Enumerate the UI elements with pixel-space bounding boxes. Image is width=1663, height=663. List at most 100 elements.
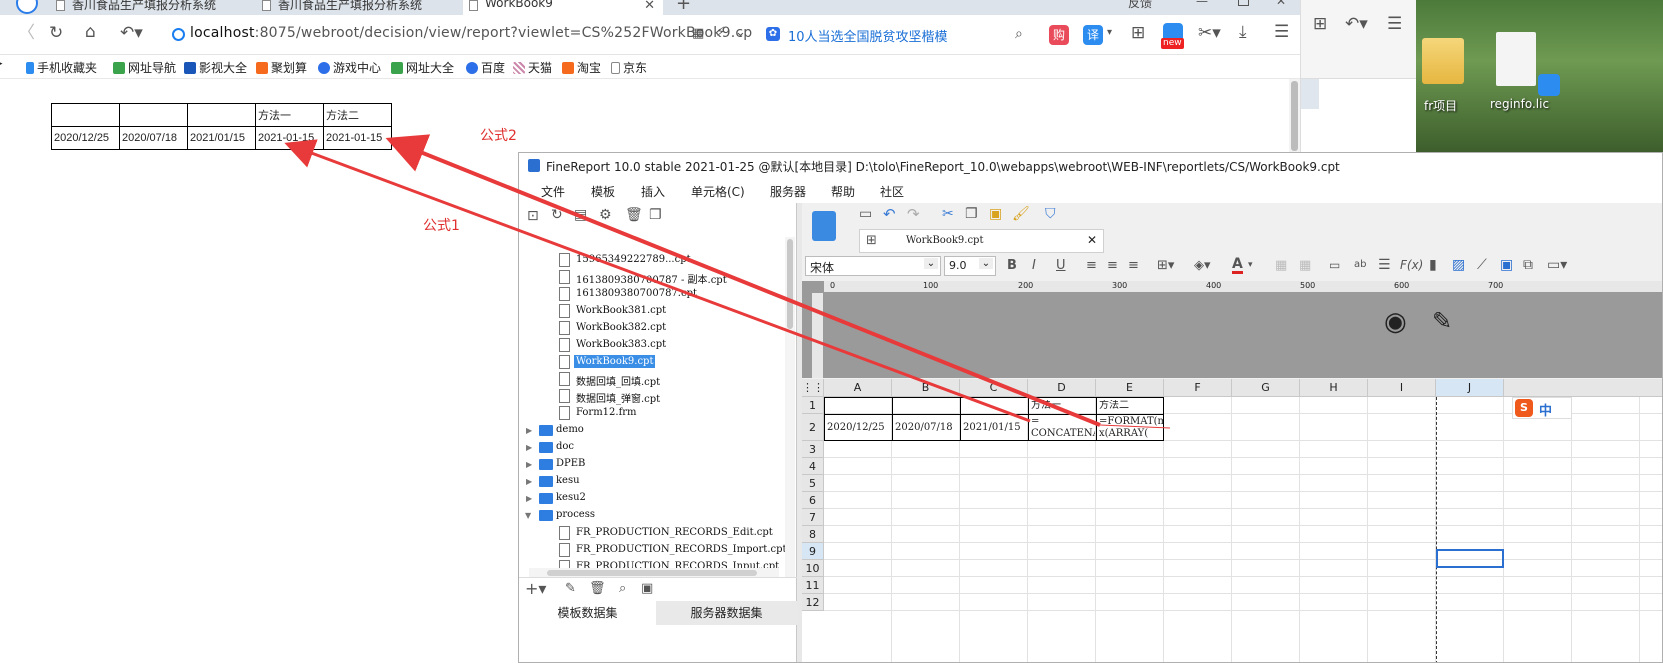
scroll-thumb[interactable]: [547, 570, 757, 576]
wrap-icon[interactable]: ☰: [1378, 258, 1391, 272]
spreadsheet-grid[interactable]: ⋮⋮ A B C D E F G H I J 1 2 3 4 5 6 7 8 9 10 11 12 方…: [802, 379, 1662, 662]
window-min-icon[interactable]: —: [1196, 0, 1208, 8]
ime-indicator[interactable]: S 中: [1512, 397, 1572, 419]
italic-icon[interactable]: I: [1032, 259, 1036, 272]
tree-file[interactable]: FR_PRODUCTION_RECORDS_Edit.cpt: [576, 527, 773, 538]
cell-D2[interactable]: = CONCATENAT: [1031, 416, 1095, 440]
expand-icon[interactable]: ▶: [526, 460, 532, 469]
url-field[interactable]: localhost:8075/webroot/decision/view/rep…: [190, 25, 752, 41]
row-header[interactable]: 8: [802, 526, 824, 543]
font-select[interactable]: 宋体 ⌄: [805, 256, 941, 276]
undo-close-icon[interactable]: ↶▾: [120, 25, 143, 42]
tree-folder[interactable]: DPEB: [556, 458, 585, 469]
shield-icon[interactable]: ⛉: [1045, 207, 1056, 221]
close-tab-icon[interactable]: ✕: [644, 0, 655, 13]
more-icon[interactable]: ▭▾: [1547, 258, 1567, 272]
tree-file[interactable]: 1613809380700787 - 副本.cpt: [576, 271, 727, 286]
menu-help[interactable]: 帮助: [831, 183, 855, 200]
row-header[interactable]: 7: [802, 509, 824, 526]
translate-icon[interactable]: 译: [1083, 25, 1103, 45]
bookmark-video[interactable]: 影视大全: [184, 59, 247, 76]
reload-icon[interactable]: ↻: [49, 25, 63, 42]
row-header[interactable]: 3: [802, 441, 824, 458]
bold-icon[interactable]: B: [1007, 259, 1017, 272]
column-header[interactable]: F: [1164, 379, 1232, 397]
home-icon[interactable]: ⌂: [85, 24, 96, 41]
menu-file[interactable]: 文件: [541, 183, 565, 200]
fill-color-icon[interactable]: ◈▾: [1194, 259, 1211, 272]
scroll-thumb[interactable]: [1291, 81, 1298, 151]
subreport-icon[interactable]: ▣: [1500, 258, 1513, 272]
expand-icon[interactable]: ▶: [526, 426, 532, 435]
tree-file[interactable]: FR_PRODUCTION_RECORDS_Import.cpt: [576, 544, 787, 555]
tab-1[interactable]: 香川食品生产填报分析系统: [50, 0, 250, 15]
tree-folder[interactable]: doc: [556, 441, 574, 452]
column-header[interactable]: E: [1096, 379, 1164, 397]
align-left-icon[interactable]: ≡: [1086, 259, 1097, 272]
expand-icon[interactable]: ▶: [526, 477, 532, 486]
window-max-icon[interactable]: [1238, 0, 1249, 6]
column-header[interactable]: H: [1300, 379, 1368, 397]
tab-2[interactable]: 香川食品生产填报分析系统: [256, 0, 456, 15]
column-header[interactable]: [1504, 379, 1662, 397]
bookmark-jd[interactable]: 京东: [611, 59, 647, 76]
download-icon[interactable]: ⤓: [1239, 24, 1247, 41]
text-icon[interactable]: ab: [1354, 260, 1366, 270]
tab-server-datasets[interactable]: 服务器数据集: [656, 601, 797, 625]
row-header[interactable]: 9: [802, 543, 824, 560]
row-header[interactable]: 2: [802, 414, 824, 441]
cell-C2[interactable]: 2021/01/15: [963, 422, 1021, 434]
pencil-icon[interactable]: ✎: [1432, 309, 1452, 333]
delete-icon[interactable]: 🗑: [625, 208, 643, 222]
search-icon[interactable]: ⌕: [1015, 27, 1023, 41]
menu-insert[interactable]: 插入: [641, 183, 665, 200]
menu-cell[interactable]: 单元格(C): [691, 183, 745, 200]
tree-folder[interactable]: kesu: [556, 475, 580, 486]
corner-header[interactable]: ⋮⋮: [802, 379, 824, 397]
font-size-select[interactable]: 9.0 ⌄: [944, 256, 996, 276]
insert-row-icon[interactable]: ▭: [1329, 259, 1340, 271]
feedback-link[interactable]: 反馈: [1128, 0, 1152, 11]
cell-E2[interactable]: =FORMAT(ma x(ARRAY(: [1099, 416, 1163, 440]
underline-icon[interactable]: U: [1056, 259, 1066, 272]
bookmark-games[interactable]: 游戏中心: [318, 59, 381, 76]
cell-D1[interactable]: 方法一: [1031, 400, 1061, 412]
undo-icon[interactable]: ↶: [883, 207, 896, 222]
settings-icon[interactable]: ⚙: [599, 208, 612, 222]
file-icon[interactable]: [1496, 32, 1536, 86]
row-header[interactable]: 5: [802, 475, 824, 492]
grid-icon[interactable]: ⊞: [1313, 16, 1327, 33]
scroll-thumb[interactable]: [787, 239, 793, 329]
bookmark-mobile[interactable]: 手机收藏夹: [26, 59, 97, 76]
lightning-icon[interactable]: ⚡: [716, 26, 725, 39]
security-icon[interactable]: [172, 28, 185, 41]
column-header[interactable]: G: [1232, 379, 1300, 397]
font-color-icon[interactable]: A: [1232, 257, 1243, 274]
unmerge-icon[interactable]: ▦: [1299, 259, 1311, 272]
add-dataset-icon[interactable]: +▾: [525, 581, 546, 597]
column-header[interactable]: D: [1028, 379, 1096, 397]
column-header[interactable]: C: [960, 379, 1028, 397]
refresh-icon[interactable]: ↻: [551, 208, 563, 222]
search-box[interactable]: ✿ 10人当选全国脱贫攻坚楷模 ⌕: [763, 21, 1033, 49]
cloud-icon[interactable]: [1538, 74, 1560, 96]
tree-file[interactable]: 数据回填_弹窗.cpt: [576, 390, 660, 405]
font-color-dropdown-icon[interactable]: ▾: [1248, 261, 1253, 270]
shopping-icon[interactable]: 购: [1049, 25, 1069, 45]
tree-file[interactable]: Form12.frm: [576, 407, 637, 418]
dropdown-icon[interactable]: ⌄: [735, 26, 746, 39]
bookmark-tmall[interactable]: 天猫: [513, 59, 552, 76]
back-icon[interactable]: 〈: [18, 25, 35, 42]
new-tab-button[interactable]: +: [676, 0, 691, 14]
merge-icon[interactable]: ▦: [1275, 259, 1287, 272]
widget-icon[interactable]: ⧉: [1523, 258, 1533, 272]
edit-icon[interactable]: ✎: [565, 582, 576, 595]
tab-template-datasets[interactable]: 模板数据集: [519, 601, 656, 625]
border-icon[interactable]: ⊞▾: [1157, 259, 1174, 272]
tree-file[interactable]: 数据回填_回填.cpt: [576, 373, 660, 388]
tree-file-selected[interactable]: WorkBook9.cpt: [574, 355, 656, 368]
menu-icon[interactable]: ☰: [1274, 24, 1289, 41]
menu-template[interactable]: 模板: [591, 183, 615, 200]
cut-icon[interactable]: ✂▾: [1198, 25, 1221, 42]
row-header[interactable]: 11: [802, 577, 824, 594]
